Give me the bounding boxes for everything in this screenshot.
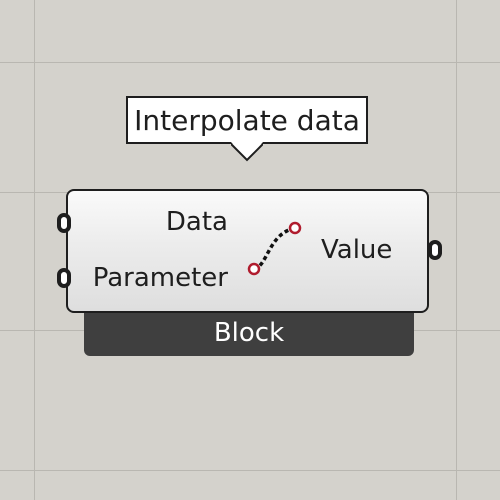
output-port-value[interactable] (428, 240, 442, 260)
output-label-value: Value (321, 235, 393, 265)
category-label: Block (213, 318, 285, 348)
grid-line (0, 470, 500, 471)
tooltip-pointer (231, 142, 263, 162)
input-port-parameter[interactable] (57, 268, 71, 288)
interpolation-curve-icon (247, 221, 302, 276)
grid-line (34, 0, 35, 500)
tooltip-text: Interpolate data (134, 103, 360, 137)
node-editor-canvas[interactable]: Interpolate data Block Data Parameter Va… (0, 0, 500, 500)
grid-line (0, 62, 500, 63)
input-port-data[interactable] (57, 213, 71, 233)
input-label-data: Data (165, 207, 228, 237)
grid-line (456, 0, 457, 500)
input-label-parameter: Parameter (92, 263, 228, 293)
component-tooltip: Interpolate data (126, 96, 368, 144)
